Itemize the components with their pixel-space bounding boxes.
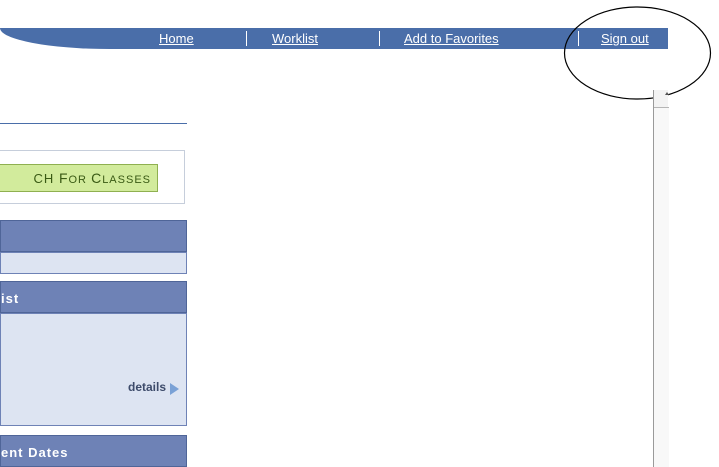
triangle-right-icon[interactable] xyxy=(170,383,179,395)
details-link[interactable]: details xyxy=(128,380,166,394)
panel-title-2: ist xyxy=(1,291,20,306)
annotation-ellipse xyxy=(563,6,712,100)
nav-add-to-favorites-link[interactable]: Add to Favorites xyxy=(404,28,499,49)
panel-header-1 xyxy=(0,220,187,252)
panel-title-3: ent Dates xyxy=(1,445,69,460)
nav-separator xyxy=(379,31,380,46)
section-divider xyxy=(0,123,187,124)
search-for-classes-button[interactable]: CH FOR CLASSES xyxy=(0,164,158,192)
panel-body-2: details xyxy=(0,313,187,426)
panel-body-1 xyxy=(0,252,187,274)
panel-header-3: ent Dates xyxy=(0,435,187,467)
panel-header-2: ist xyxy=(0,281,187,313)
nav-worklist-link[interactable]: Worklist xyxy=(272,28,318,49)
vertical-scrollbar[interactable] xyxy=(653,90,669,467)
nav-separator xyxy=(246,31,247,46)
scroll-up-arrow-icon[interactable] xyxy=(654,90,669,108)
search-button-label: CH FOR CLASSES xyxy=(33,170,151,186)
scroll-track[interactable] xyxy=(654,108,669,467)
nav-home-link[interactable]: Home xyxy=(159,28,194,49)
search-for-classes-box: CH FOR CLASSES xyxy=(0,150,185,204)
